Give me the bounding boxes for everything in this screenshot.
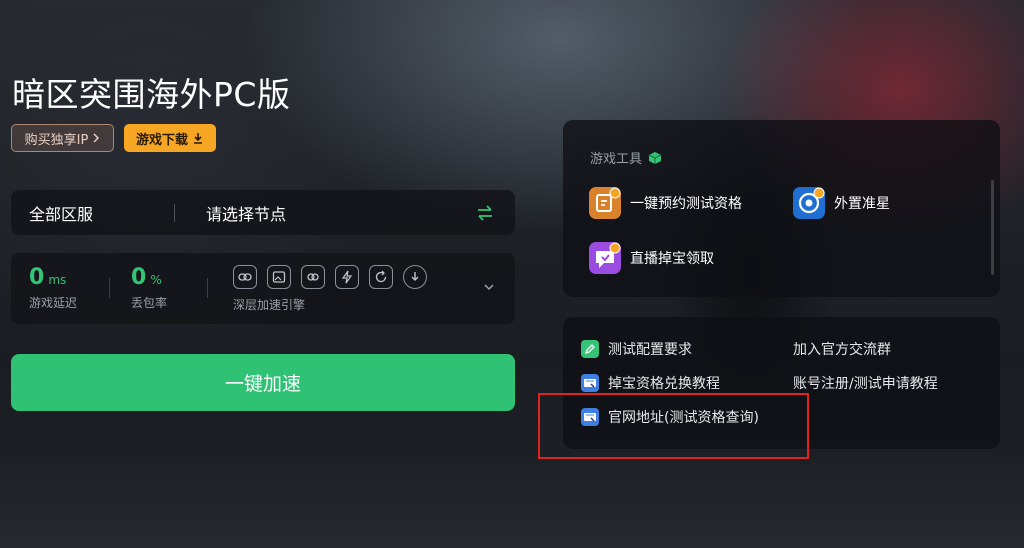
tool-live-drop[interactable]: 直播掉宝领取 [588, 241, 714, 275]
node-select[interactable]: 请选择节点 [206, 201, 475, 225]
game-title: 暗区突围海外PC版 [12, 75, 291, 114]
engine-icon-row [233, 265, 427, 289]
web-icon [581, 374, 599, 392]
crosshair-icon [792, 186, 826, 220]
acceleration-stats: 0 ms 游戏延迟 0 % 丢包率 深层加速引擎 [11, 253, 515, 324]
image-icon[interactable] [267, 265, 291, 289]
buy-exclusive-ip-button[interactable]: 购买独享IP [11, 124, 114, 152]
scrollbar[interactable] [991, 180, 994, 275]
live-drop-icon [588, 241, 622, 275]
pencil-icon [581, 340, 599, 358]
connect-icon[interactable] [301, 265, 325, 289]
link-test-config-label: 测试配置要求 [608, 342, 692, 358]
link-official-group-label: 加入官方交流群 [793, 342, 891, 358]
game-tools-header: 游戏工具 [590, 148, 662, 167]
link-register-guide[interactable]: 账号注册/测试申请教程 [793, 373, 938, 393]
download-icon [194, 133, 202, 144]
link-official-group[interactable]: 加入官方交流群 [793, 339, 891, 359]
one-click-accelerate-button[interactable]: 一键加速 [11, 354, 515, 411]
highlight-annotation-box [538, 393, 809, 459]
stat-divider [207, 278, 208, 298]
engine-label: 深层加速引擎 [233, 298, 306, 312]
region-all-servers[interactable]: 全部区服 [29, 201, 174, 225]
tool-crosshair-label: 外置准星 [834, 196, 890, 212]
region-divider [174, 203, 175, 222]
game-download-label: 游戏下载 [135, 132, 188, 148]
game-tools-title: 游戏工具 [590, 152, 643, 167]
game-download-button[interactable]: 游戏下载 [124, 124, 216, 152]
link-drop-exchange-guide-label: 掉宝资格兑换教程 [608, 376, 720, 392]
download-circle-icon[interactable] [403, 265, 427, 289]
latency-unit: ms [48, 273, 67, 287]
packet-loss-stat: 0 % 丢包率 [131, 265, 167, 311]
tool-reserve-test-label: 一键预约测试资格 [630, 196, 742, 212]
chevron-down-icon[interactable] [483, 281, 495, 293]
chevron-right-icon [93, 133, 100, 143]
region-selector[interactable]: 全部区服 请选择节点 [11, 190, 515, 235]
latency-stat: 0 ms 游戏延迟 [29, 265, 77, 311]
refresh-icon[interactable] [369, 265, 393, 289]
latency-label: 游戏延迟 [29, 296, 78, 310]
link-register-guide-label: 账号注册/测试申请教程 [793, 376, 938, 392]
tool-crosshair[interactable]: 外置准星 [792, 186, 890, 220]
stat-divider [109, 278, 110, 298]
swap-icon[interactable] [475, 203, 495, 223]
tool-reserve-test[interactable]: 一键预约测试资格 [588, 186, 742, 220]
buy-exclusive-ip-label: 购买独享IP [24, 132, 89, 148]
packet-loss-unit: % [150, 273, 162, 287]
latency-value: 0 [29, 265, 45, 290]
link-icon[interactable] [233, 265, 257, 289]
link-test-config[interactable]: 测试配置要求 [581, 339, 692, 359]
link-drop-exchange-guide[interactable]: 掉宝资格兑换教程 [581, 373, 720, 393]
packet-loss-label: 丢包率 [131, 296, 168, 310]
packet-loss-value: 0 [131, 265, 147, 290]
flash-icon[interactable] [335, 265, 359, 289]
tool-live-drop-label: 直播掉宝领取 [630, 251, 714, 267]
cube-icon [648, 151, 662, 164]
reservation-icon [588, 186, 622, 220]
game-tools-panel: 游戏工具 一键预约测试资格 外置准星 直播掉宝领取 [563, 120, 1000, 297]
